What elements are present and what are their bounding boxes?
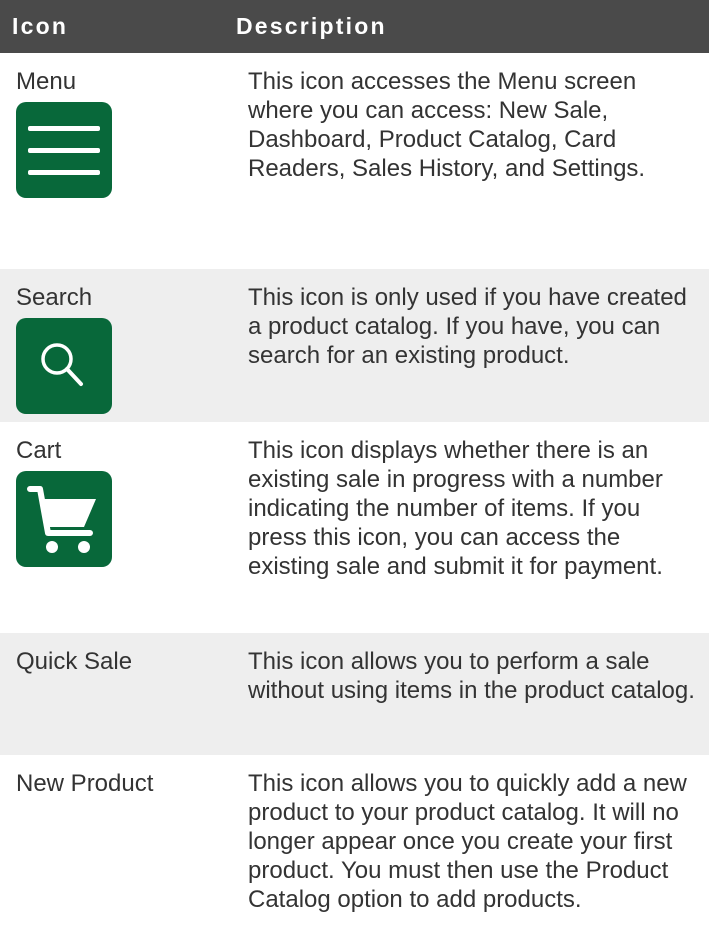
header-icon-column: Icon — [12, 13, 69, 39]
icon-label: Cart — [16, 437, 62, 464]
icon-cell: Menu — [0, 53, 248, 269]
icon-cell: Cart — [0, 422, 248, 633]
header-description-column: Description — [236, 13, 387, 39]
table-row-cart: Cart This icon displays whether there is… — [0, 422, 709, 633]
search-icon — [16, 318, 112, 414]
description-cell: This icon accesses the Menu screen where… — [248, 68, 646, 182]
icon-cell: Quick Sale — [0, 633, 248, 755]
description-cell: This icon allows you to quickly add a ne… — [248, 770, 687, 913]
table-row-menu: Menu This icon accesses the Menu screen … — [0, 53, 709, 269]
icon-label: New Product — [16, 770, 154, 797]
icon-label: Quick Sale — [16, 648, 133, 675]
description-cell: This icon is only used if you have creat… — [248, 284, 687, 369]
icon-cell: Search — [0, 269, 248, 422]
table-header: Icon Description — [0, 0, 709, 53]
description-cell: This icon displays whether there is an e… — [248, 437, 663, 580]
icon-description-table: Icon Description Menu This icon accesses… — [0, 0, 709, 949]
table-row-search: Search This icon is only used if you hav… — [0, 269, 709, 422]
table-row-new-product: New Product This icon allows you to quic… — [0, 755, 709, 949]
description-cell: This icon allows you to perform a sale w… — [248, 648, 695, 704]
icon-cell: New Product — [0, 755, 248, 949]
cart-icon — [16, 471, 112, 567]
table-row-quick-sale: Quick Sale This icon allows you to perfo… — [0, 633, 709, 755]
menu-icon — [16, 102, 112, 198]
icon-label: Search — [16, 284, 93, 311]
icon-label: Menu — [16, 68, 77, 95]
